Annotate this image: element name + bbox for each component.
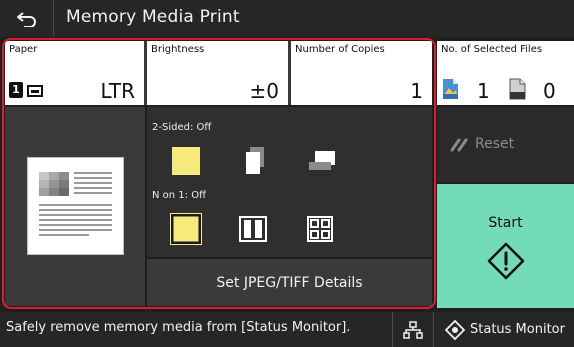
preview-page bbox=[27, 157, 124, 255]
two-sided-long-edge-icon bbox=[246, 147, 264, 174]
two-sided-short-edge-option[interactable] bbox=[305, 144, 339, 178]
one-page-icon bbox=[170, 213, 202, 245]
start-label: Start bbox=[488, 215, 523, 231]
pdf-file-icon bbox=[509, 78, 526, 100]
print-preview bbox=[5, 107, 145, 306]
copies-value: 1 bbox=[410, 79, 423, 103]
brightness-value: ±0 bbox=[249, 79, 279, 103]
one-page-option[interactable] bbox=[169, 212, 203, 246]
reset-label: Reset bbox=[475, 136, 515, 152]
status-message: Safely remove memory media from [Status … bbox=[6, 320, 351, 335]
one-sided-option[interactable] bbox=[169, 144, 203, 178]
number-of-copies-tile[interactable]: Number of Copies 1 bbox=[291, 41, 432, 105]
status-monitor-icon bbox=[445, 319, 465, 340]
layout-settings-panel: 2-Sided: Off N on 1: Off bbox=[147, 107, 432, 257]
network-icon bbox=[403, 320, 423, 339]
two-sided-short-edge-icon bbox=[309, 151, 335, 170]
two-sided-long-edge-option[interactable] bbox=[238, 144, 272, 178]
start-diamond-icon bbox=[487, 242, 525, 280]
status-bar: Safely remove memory media from [Status … bbox=[0, 312, 574, 347]
four-on-one-option[interactable] bbox=[303, 212, 337, 246]
two-sided-label: 2-Sided: Off bbox=[152, 122, 212, 133]
one-sided-icon bbox=[172, 147, 200, 175]
page-title: Memory Media Print bbox=[66, 7, 240, 27]
memory-media-print-screen: Memory Media Print Paper 1 LTR Brightnes… bbox=[0, 0, 574, 347]
drawer-number-badge: 1 bbox=[9, 82, 23, 98]
preview-document-icon bbox=[39, 172, 112, 236]
title-bar: Memory Media Print bbox=[0, 0, 574, 37]
set-jpeg-tiff-details-button[interactable]: Set JPEG/TIFF Details bbox=[147, 259, 432, 306]
selected-files-label: No. of Selected Files bbox=[441, 44, 543, 55]
reset-button[interactable]: Reset bbox=[437, 107, 574, 182]
paper-drawer-icon bbox=[27, 85, 43, 97]
back-button[interactable] bbox=[0, 0, 54, 37]
paper-setting-tile[interactable]: Paper 1 LTR bbox=[5, 41, 144, 105]
two-on-one-option[interactable] bbox=[236, 212, 270, 246]
paper-label: Paper bbox=[9, 44, 38, 55]
n-on-1-label: N on 1: Off bbox=[152, 190, 206, 201]
status-monitor-button[interactable]: Status Monitor bbox=[435, 312, 574, 347]
selected-files-tile: No. of Selected Files 1 0 bbox=[437, 41, 574, 105]
paper-size-value: LTR bbox=[100, 79, 135, 103]
status-monitor-label: Status Monitor bbox=[470, 322, 565, 337]
image-file-count: 1 bbox=[477, 79, 490, 103]
brightness-label: Brightness bbox=[151, 44, 205, 55]
back-arrow-icon bbox=[16, 11, 36, 27]
network-button[interactable] bbox=[392, 312, 434, 347]
reset-icon bbox=[450, 138, 468, 152]
brightness-setting-tile[interactable]: Brightness ±0 bbox=[147, 41, 288, 105]
image-file-icon bbox=[443, 79, 458, 99]
two-on-one-icon bbox=[239, 216, 267, 242]
copies-label: Number of Copies bbox=[295, 44, 385, 55]
start-button[interactable]: Start bbox=[437, 184, 574, 308]
pdf-file-count: 0 bbox=[543, 79, 556, 103]
four-on-one-icon bbox=[307, 216, 333, 242]
